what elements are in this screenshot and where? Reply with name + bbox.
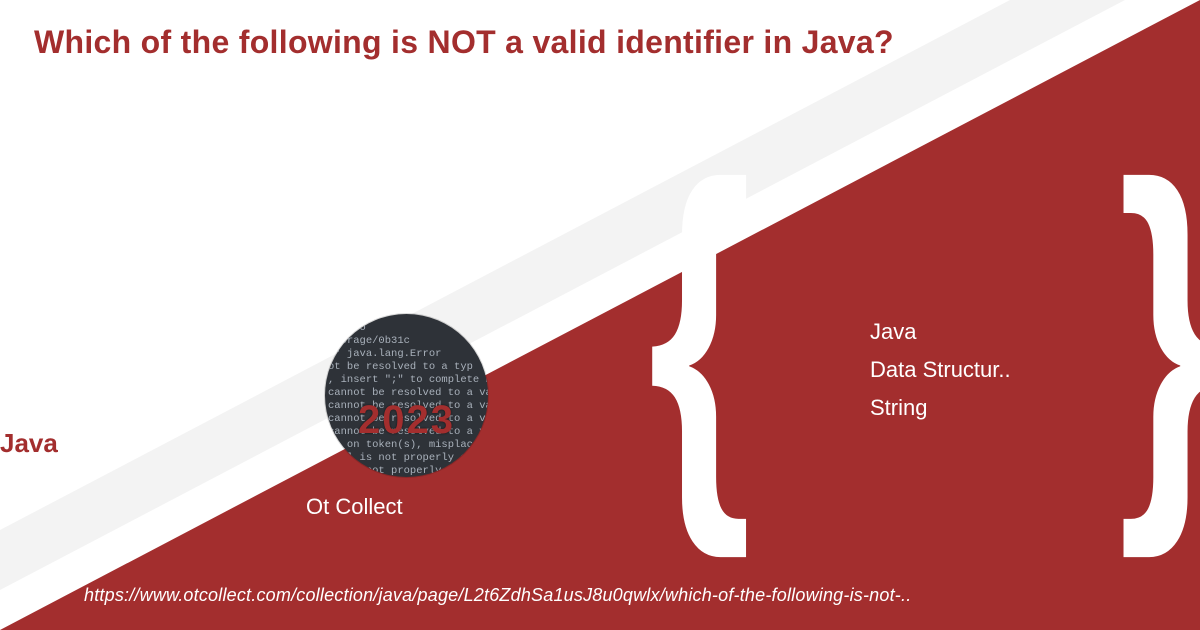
tag-item: Data Structur.. <box>870 351 1011 389</box>
question-title: Which of the following is NOT a valid id… <box>34 24 894 61</box>
author-avatar: stransportedt_so /workspaceStorage/0b31c… <box>325 314 488 477</box>
author-name: Ot Collect <box>306 494 403 520</box>
brace-right-icon: } <box>1118 125 1200 535</box>
tags-block: { } Java Data Structur.. String <box>680 195 1190 525</box>
tag-item: String <box>870 389 1011 427</box>
tag-item: Java <box>870 313 1011 351</box>
og-card: Which of the following is NOT a valid id… <box>0 0 1200 630</box>
category-label: Java <box>0 428 58 459</box>
brace-left-icon: { <box>648 125 752 535</box>
avatar-year: 2023 <box>325 414 488 427</box>
tags-list: Java Data Structur.. String <box>870 313 1011 427</box>
source-url: https://www.otcollect.com/collection/jav… <box>84 585 911 606</box>
